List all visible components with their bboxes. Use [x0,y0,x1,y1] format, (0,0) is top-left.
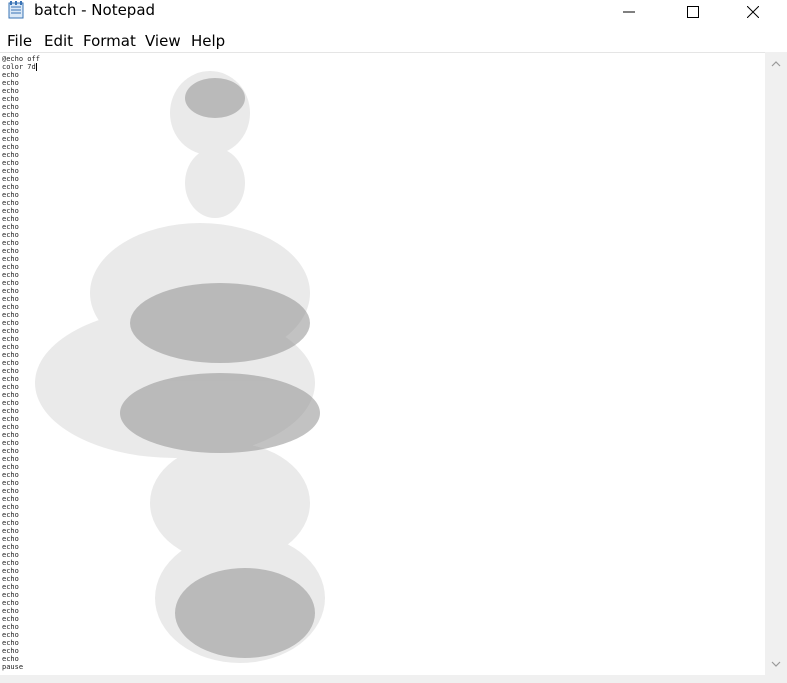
menu-file[interactable]: File [7,32,32,50]
window-title: batch - Notepad [34,1,156,19]
text-caret [35,63,37,71]
code-line-last: pause [2,663,24,671]
code-line-2: color 7d [2,63,36,71]
editor-content: @echo off color 7d echo echo echo echo e… [2,55,40,671]
menu-help[interactable]: Help [191,32,225,50]
text-editor[interactable]: @echo off color 7d echo echo echo echo e… [0,52,765,676]
echo-lines: echo echo echo echo echo echo echo echo … [2,71,19,663]
vertical-scrollbar[interactable] [765,52,787,675]
close-icon [747,6,759,18]
code-line-1: @echo off [2,55,40,63]
close-button[interactable] [730,0,776,24]
menu-view[interactable]: View [145,32,181,50]
menu-bar: File Edit Format View Help [0,28,787,52]
menu-format[interactable]: Format [83,32,136,50]
maximize-icon [687,6,699,18]
maximize-button[interactable] [670,0,716,24]
notepad-icon [8,1,24,19]
minimize-button[interactable] [606,0,652,24]
status-strip [0,675,787,683]
ascii-art-figure [35,71,325,663]
menu-edit[interactable]: Edit [44,32,73,50]
title-bar[interactable]: batch - Notepad [0,0,787,28]
scroll-up-icon[interactable] [770,58,782,70]
minimize-icon [623,11,635,13]
scroll-down-icon[interactable] [770,658,782,670]
